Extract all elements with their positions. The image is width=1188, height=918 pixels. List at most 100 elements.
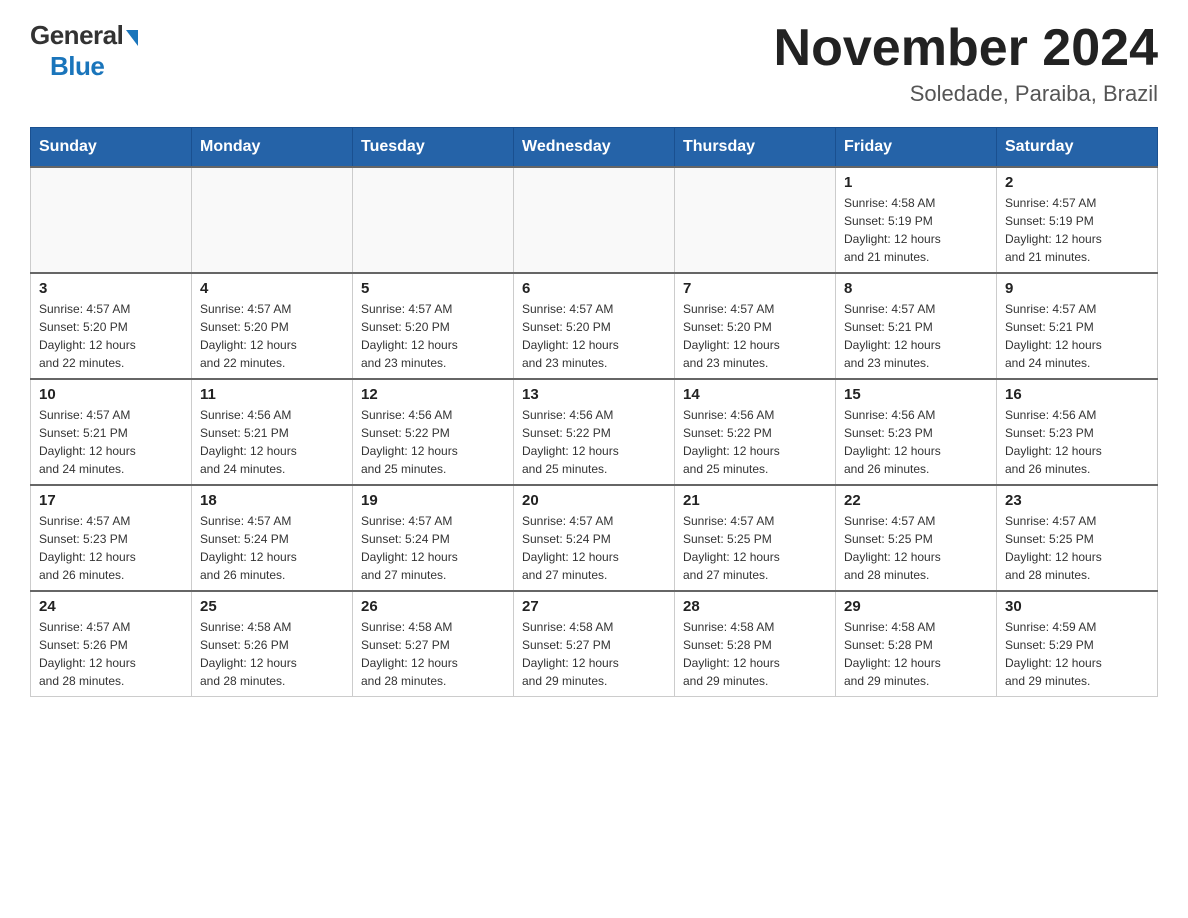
day-number: 6	[522, 280, 666, 297]
week-row-1: 1 Sunrise: 4:58 AMSunset: 5:19 PMDaylight…	[31, 167, 1158, 273]
calendar-cell	[675, 167, 836, 273]
month-title: November 2024	[774, 20, 1158, 77]
day-number: 20	[522, 492, 666, 509]
day-info: Sunrise: 4:57 AMSunset: 5:25 PMDaylight:…	[683, 512, 827, 584]
week-row-3: 10Sunrise: 4:57 AMSunset: 5:21 PMDayligh…	[31, 379, 1158, 485]
day-info: Sunrise: 4:56 AMSunset: 5:23 PMDaylight:…	[1005, 406, 1149, 478]
day-info: Sunrise: 4:57 AMSunset: 5:21 PMDaylight:…	[1005, 300, 1149, 372]
calendar-cell: 8 Sunrise: 4:57 AMSunset: 5:21 PMDaylight…	[836, 273, 997, 379]
calendar-cell: 20 Sunrise: 4:57 AMSunset: 5:24 PMDayligh…	[514, 485, 675, 591]
calendar-cell: 16 Sunrise: 4:56 AMSunset: 5:23 PMDayligh…	[997, 379, 1158, 485]
calendar-header-friday: Friday	[836, 128, 997, 168]
day-number: 8	[844, 280, 988, 297]
day-info: Sunrise: 4:57 AMSunset: 5:20 PMDaylight:…	[683, 300, 827, 372]
day-number: 1	[844, 174, 988, 191]
calendar-cell: 2 Sunrise: 4:57 AMSunset: 5:19 PMDaylight…	[997, 167, 1158, 273]
day-number: 4	[200, 280, 344, 297]
calendar-cell: 5 Sunrise: 4:57 AMSunset: 5:20 PMDaylight…	[353, 273, 514, 379]
calendar-cell: 18Sunrise: 4:57 AMSunset: 5:24 PMDayligh…	[192, 485, 353, 591]
calendar-header-saturday: Saturday	[997, 128, 1158, 168]
calendar-cell	[192, 167, 353, 273]
day-info: Sunrise: 4:58 AMSunset: 5:27 PMDaylight:…	[361, 618, 505, 690]
calendar-header-row: SundayMondayTuesdayWednesdayThursdayFrid…	[31, 128, 1158, 168]
day-info: Sunrise: 4:57 AMSunset: 5:21 PMDaylight:…	[844, 300, 988, 372]
day-number: 2	[1005, 174, 1149, 191]
calendar-cell: 3Sunrise: 4:57 AMSunset: 5:20 PMDaylight…	[31, 273, 192, 379]
calendar-header-thursday: Thursday	[675, 128, 836, 168]
day-info: Sunrise: 4:56 AMSunset: 5:23 PMDaylight:…	[844, 406, 988, 478]
calendar-cell: 25 Sunrise: 4:58 AMSunset: 5:26 PMDayligh…	[192, 591, 353, 697]
calendar-cell: 11Sunrise: 4:56 AMSunset: 5:21 PMDayligh…	[192, 379, 353, 485]
day-info: Sunrise: 4:57 AMSunset: 5:20 PMDaylight:…	[39, 300, 183, 372]
day-info: Sunrise: 4:58 AMSunset: 5:28 PMDaylight:…	[844, 618, 988, 690]
day-info: Sunrise: 4:57 AMSunset: 5:25 PMDaylight:…	[844, 512, 988, 584]
day-info: Sunrise: 4:57 AMSunset: 5:20 PMDaylight:…	[361, 300, 505, 372]
day-number: 12	[361, 386, 505, 403]
calendar-cell: 27 Sunrise: 4:58 AMSunset: 5:27 PMDayligh…	[514, 591, 675, 697]
day-info: Sunrise: 4:58 AMSunset: 5:26 PMDaylight:…	[200, 618, 344, 690]
day-info: Sunrise: 4:57 AMSunset: 5:24 PMDaylight:…	[522, 512, 666, 584]
calendar-cell: 4 Sunrise: 4:57 AMSunset: 5:20 PMDaylight…	[192, 273, 353, 379]
day-number: 25	[200, 598, 344, 615]
day-number: 10	[39, 386, 183, 403]
calendar-cell: 10Sunrise: 4:57 AMSunset: 5:21 PMDayligh…	[31, 379, 192, 485]
day-number: 24	[39, 598, 183, 615]
calendar-cell: 22 Sunrise: 4:57 AMSunset: 5:25 PMDayligh…	[836, 485, 997, 591]
logo-general-text: General	[30, 20, 123, 51]
day-number: 11	[200, 386, 344, 403]
calendar-cell	[514, 167, 675, 273]
day-info: Sunrise: 4:56 AMSunset: 5:22 PMDaylight:…	[522, 406, 666, 478]
logo: General Blue	[30, 20, 138, 82]
calendar-header-wednesday: Wednesday	[514, 128, 675, 168]
calendar-header-tuesday: Tuesday	[353, 128, 514, 168]
day-number: 23	[1005, 492, 1149, 509]
calendar-cell: 6Sunrise: 4:57 AMSunset: 5:20 PMDaylight…	[514, 273, 675, 379]
page-header: General Blue November 2024 Soledade, Par…	[30, 20, 1158, 107]
day-number: 17	[39, 492, 183, 509]
day-number: 7	[683, 280, 827, 297]
day-number: 19	[361, 492, 505, 509]
calendar-cell: 24 Sunrise: 4:57 AMSunset: 5:26 PMDayligh…	[31, 591, 192, 697]
day-info: Sunrise: 4:57 AMSunset: 5:25 PMDaylight:…	[1005, 512, 1149, 584]
day-number: 28	[683, 598, 827, 615]
day-number: 5	[361, 280, 505, 297]
day-number: 15	[844, 386, 988, 403]
calendar-cell: 14Sunrise: 4:56 AMSunset: 5:22 PMDayligh…	[675, 379, 836, 485]
day-info: Sunrise: 4:58 AMSunset: 5:28 PMDaylight:…	[683, 618, 827, 690]
day-info: Sunrise: 4:58 AMSunset: 5:19 PMDaylight:…	[844, 194, 988, 266]
day-number: 9	[1005, 280, 1149, 297]
day-number: 30	[1005, 598, 1149, 615]
day-info: Sunrise: 4:57 AMSunset: 5:20 PMDaylight:…	[200, 300, 344, 372]
calendar-cell: 28 Sunrise: 4:58 AMSunset: 5:28 PMDayligh…	[675, 591, 836, 697]
day-number: 27	[522, 598, 666, 615]
calendar-cell: 23 Sunrise: 4:57 AMSunset: 5:25 PMDayligh…	[997, 485, 1158, 591]
logo-arrow-icon	[126, 30, 138, 46]
calendar-cell	[31, 167, 192, 273]
day-number: 16	[1005, 386, 1149, 403]
calendar-cell: 26 Sunrise: 4:58 AMSunset: 5:27 PMDayligh…	[353, 591, 514, 697]
day-number: 22	[844, 492, 988, 509]
day-number: 26	[361, 598, 505, 615]
calendar-cell: 1 Sunrise: 4:58 AMSunset: 5:19 PMDaylight…	[836, 167, 997, 273]
title-section: November 2024 Soledade, Paraiba, Brazil	[774, 20, 1158, 107]
day-info: Sunrise: 4:57 AMSunset: 5:23 PMDaylight:…	[39, 512, 183, 584]
day-info: Sunrise: 4:59 AMSunset: 5:29 PMDaylight:…	[1005, 618, 1149, 690]
calendar-cell: 7 Sunrise: 4:57 AMSunset: 5:20 PMDaylight…	[675, 273, 836, 379]
calendar-header-sunday: Sunday	[31, 128, 192, 168]
day-info: Sunrise: 4:57 AMSunset: 5:19 PMDaylight:…	[1005, 194, 1149, 266]
day-info: Sunrise: 4:56 AMSunset: 5:22 PMDaylight:…	[361, 406, 505, 478]
day-info: Sunrise: 4:57 AMSunset: 5:26 PMDaylight:…	[39, 618, 183, 690]
calendar-cell: 30 Sunrise: 4:59 AMSunset: 5:29 PMDayligh…	[997, 591, 1158, 697]
calendar-cell: 29Sunrise: 4:58 AMSunset: 5:28 PMDayligh…	[836, 591, 997, 697]
day-info: Sunrise: 4:57 AMSunset: 5:24 PMDaylight:…	[361, 512, 505, 584]
day-info: Sunrise: 4:58 AMSunset: 5:27 PMDaylight:…	[522, 618, 666, 690]
calendar-cell: 9 Sunrise: 4:57 AMSunset: 5:21 PMDaylight…	[997, 273, 1158, 379]
logo-blue-text: Blue	[30, 51, 104, 81]
week-row-5: 24 Sunrise: 4:57 AMSunset: 5:26 PMDayligh…	[31, 591, 1158, 697]
day-number: 13	[522, 386, 666, 403]
day-number: 14	[683, 386, 827, 403]
calendar-cell: 19 Sunrise: 4:57 AMSunset: 5:24 PMDayligh…	[353, 485, 514, 591]
day-number: 21	[683, 492, 827, 509]
calendar-table: SundayMondayTuesdayWednesdayThursdayFrid…	[30, 127, 1158, 697]
day-info: Sunrise: 4:57 AMSunset: 5:24 PMDaylight:…	[200, 512, 344, 584]
